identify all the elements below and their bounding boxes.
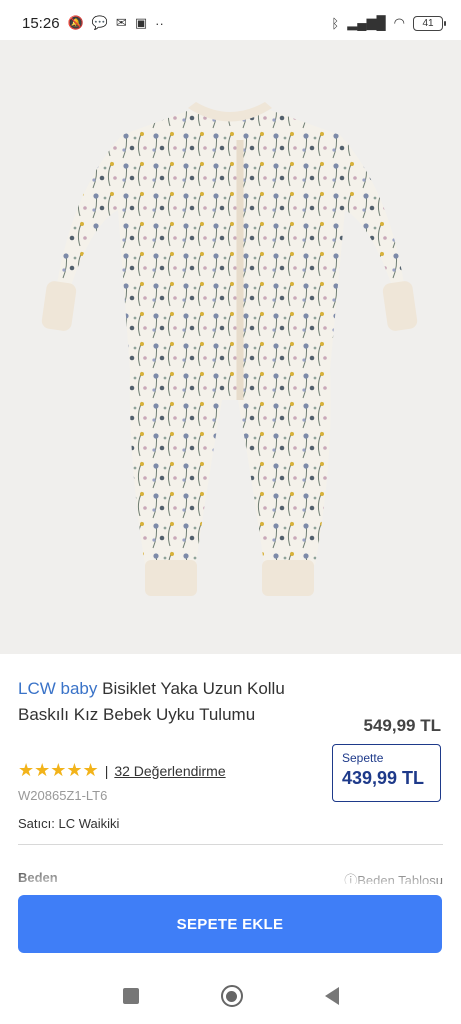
muted-bell-icon: 🔕 — [67, 15, 84, 30]
bluetooth-icon: ᛒ — [331, 15, 340, 31]
basket-label: Sepette — [342, 751, 384, 765]
product-price: 549,99 TL — [363, 716, 442, 735]
status-left: 15:26 🔕 💬 ✉ ▣ ·· — [22, 15, 164, 32]
rating-separator: | — [104, 762, 109, 779]
size-row: Beden ⓘBeden Tablosu — [18, 870, 443, 884]
battery-icon: 41 — [413, 15, 446, 31]
product-title: LCW baby Bisiklet Yaka Uzun Kollu Baskıl… — [18, 676, 308, 728]
seller-info: Satıcı: LC Waikiki — [18, 816, 119, 831]
wifi-icon: ◠ — [393, 15, 405, 30]
star-rating-icon: ★★★★★ — [18, 760, 99, 780]
back-icon[interactable] — [324, 987, 339, 1005]
recent-apps-icon[interactable] — [122, 988, 139, 1004]
chat-icon: 💬 — [91, 15, 108, 30]
add-to-cart-button[interactable]: SEPETE EKLE — [18, 895, 442, 953]
app-icon: ▣ — [134, 15, 148, 30]
sleepsuit-shape — [41, 102, 418, 596]
more-dots-icon: ·· — [155, 15, 164, 31]
basket-price-box: Sepette 439,99 TL — [332, 744, 441, 802]
system-navigation — [0, 968, 461, 1024]
signal-icon: ▂▄▆█ — [347, 15, 386, 30]
divider — [18, 844, 443, 845]
brand-link[interactable]: LCW baby — [18, 679, 97, 698]
product-sku: W20865Z1-LT6 — [18, 788, 108, 803]
seller-name[interactable]: LC Waikiki — [58, 816, 119, 831]
rating-row[interactable]: ★★★★★ | 32 Değerlendirme — [18, 760, 226, 781]
reviews-link[interactable]: 32 Değerlendirme — [114, 763, 225, 779]
size-table-label: Beden Tablosu — [357, 873, 443, 884]
battery-level: 41 — [422, 17, 434, 29]
mail-icon: ✉ — [115, 15, 127, 30]
size-table-link[interactable]: ⓘBeden Tablosu — [344, 870, 443, 884]
product-image[interactable] — [0, 40, 461, 654]
sleepsuit-illustration — [41, 102, 418, 596]
status-time: 15:26 — [22, 14, 60, 32]
seller-label: Satıcı: — [18, 816, 55, 831]
status-right: ᛒ ▂▄▆█ ◠ 41 — [331, 15, 446, 31]
home-icon[interactable] — [220, 985, 243, 1007]
size-label: Beden — [18, 870, 58, 884]
basket-price: 439,99 TL — [342, 768, 425, 788]
